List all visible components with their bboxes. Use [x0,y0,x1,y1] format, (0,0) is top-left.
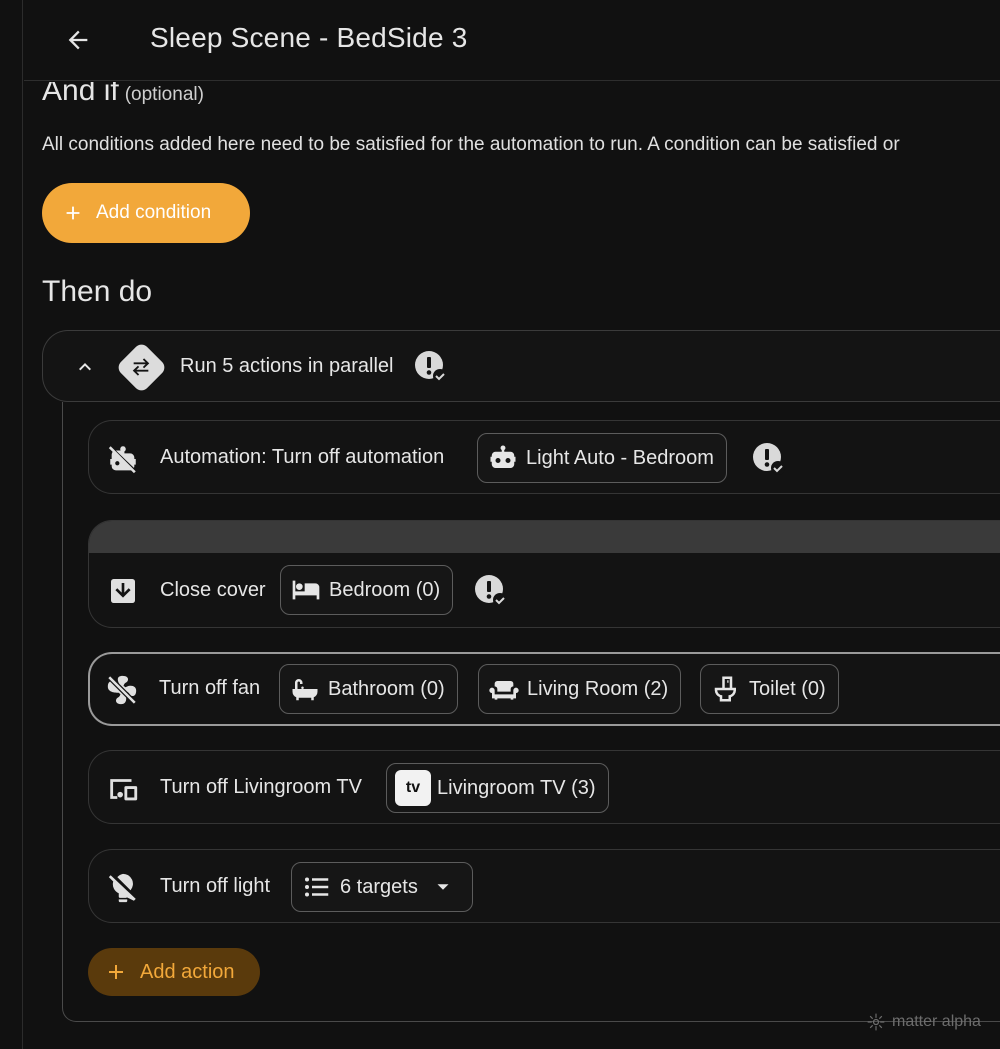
toilet-icon [709,672,743,706]
alert-check-icon[interactable] [413,349,449,385]
back-button[interactable] [54,18,102,62]
caret-down-icon [437,884,449,890]
top-app-bar: Sleep Scene - BedSide 3 [24,0,1000,81]
chip-label: Bathroom (0) [328,677,445,700]
target-chip[interactable]: Bathroom (0) [279,664,458,714]
target-chip[interactable]: Light Auto - Bedroom [477,433,727,483]
fan-off-icon [104,672,140,708]
robot-off-icon [105,441,141,477]
add-condition-label: Add condition [96,202,212,223]
target-chip[interactable]: Bedroom (0) [280,565,454,615]
target-chip[interactable]: tv Livingroom TV (3) [386,763,609,813]
action-label: Automation: Turn off automation [160,446,445,468]
parallel-label: Run 5 actions in parallel [180,355,394,377]
collapse-button[interactable] [71,353,99,381]
left-rail [0,0,23,1049]
arrow-down-box-icon [105,573,141,609]
alert-check-icon[interactable] [751,441,787,477]
targets-dropdown[interactable]: 6 targets [291,862,473,912]
chevron-up-icon [79,363,91,371]
action-row-fan[interactable]: Turn off fan Bathroom (0) Living Room (2… [88,652,1000,726]
automation-editor: And if (optional) All conditions added he… [24,82,1000,1049]
chip-label: Bedroom (0) [329,578,441,601]
conditions-description: All conditions added here need to be sat… [42,134,900,155]
action-label: Turn off light [160,875,271,897]
action-row-tv[interactable]: Turn off Livingroom TV tv Livingroom TV … [88,750,1000,824]
action-row-automation[interactable]: Automation: Turn off automation Light Au… [88,420,1000,494]
page-title: Sleep Scene - BedSide 3 [150,22,468,53]
chip-label: 6 targets [340,875,418,898]
action-label: Close cover [160,579,266,601]
optional-label: (optional) [124,84,204,105]
alert-check-icon[interactable] [473,573,509,609]
conditions-heading: And if (optional) [42,82,204,108]
drag-handle-bar [89,521,1000,553]
devices-icon [105,771,141,807]
chip-label: Livingroom TV (3) [437,776,596,799]
target-chip[interactable]: Living Room (2) [478,664,682,714]
plus-icon [109,965,123,979]
action-row-light[interactable]: Turn off light 6 targets [88,849,1000,923]
add-condition-button[interactable]: Add condition [42,183,250,243]
chip-label: Light Auto - Bedroom [526,446,714,469]
bathtub-icon [288,672,322,706]
add-action-button[interactable]: Add action [88,948,260,996]
bed-icon [289,573,323,607]
actions-heading: Then do [42,275,153,308]
plus-icon [66,206,80,220]
robot-icon [486,441,520,475]
chip-label: Toilet (0) [749,677,826,700]
arrow-left-icon [68,30,88,50]
parallel-icon [114,340,168,394]
action-row-cover[interactable]: Close cover Bedroom (0) [88,520,1000,628]
parallel-action-header[interactable]: Run 5 actions in parallel [42,330,1000,402]
chip-label: Living Room (2) [527,677,669,700]
lightbulb-off-icon [105,870,141,906]
watermark: matter alpha [866,1012,981,1032]
apple-tv-badge: tv [405,779,421,796]
sofa-icon [487,672,521,706]
watermark-text: matter alpha [892,1013,981,1030]
matter-logo-icon [867,1013,885,1031]
action-label: Turn off fan [159,677,261,699]
target-chip[interactable]: Toilet (0) [700,664,839,714]
add-action-label: Add action [140,960,235,983]
list-icon [300,870,334,904]
apple-tv-icon: tv [395,770,431,806]
conditions-title: And if [42,82,119,107]
action-label: Turn off Livingroom TV [160,776,362,798]
